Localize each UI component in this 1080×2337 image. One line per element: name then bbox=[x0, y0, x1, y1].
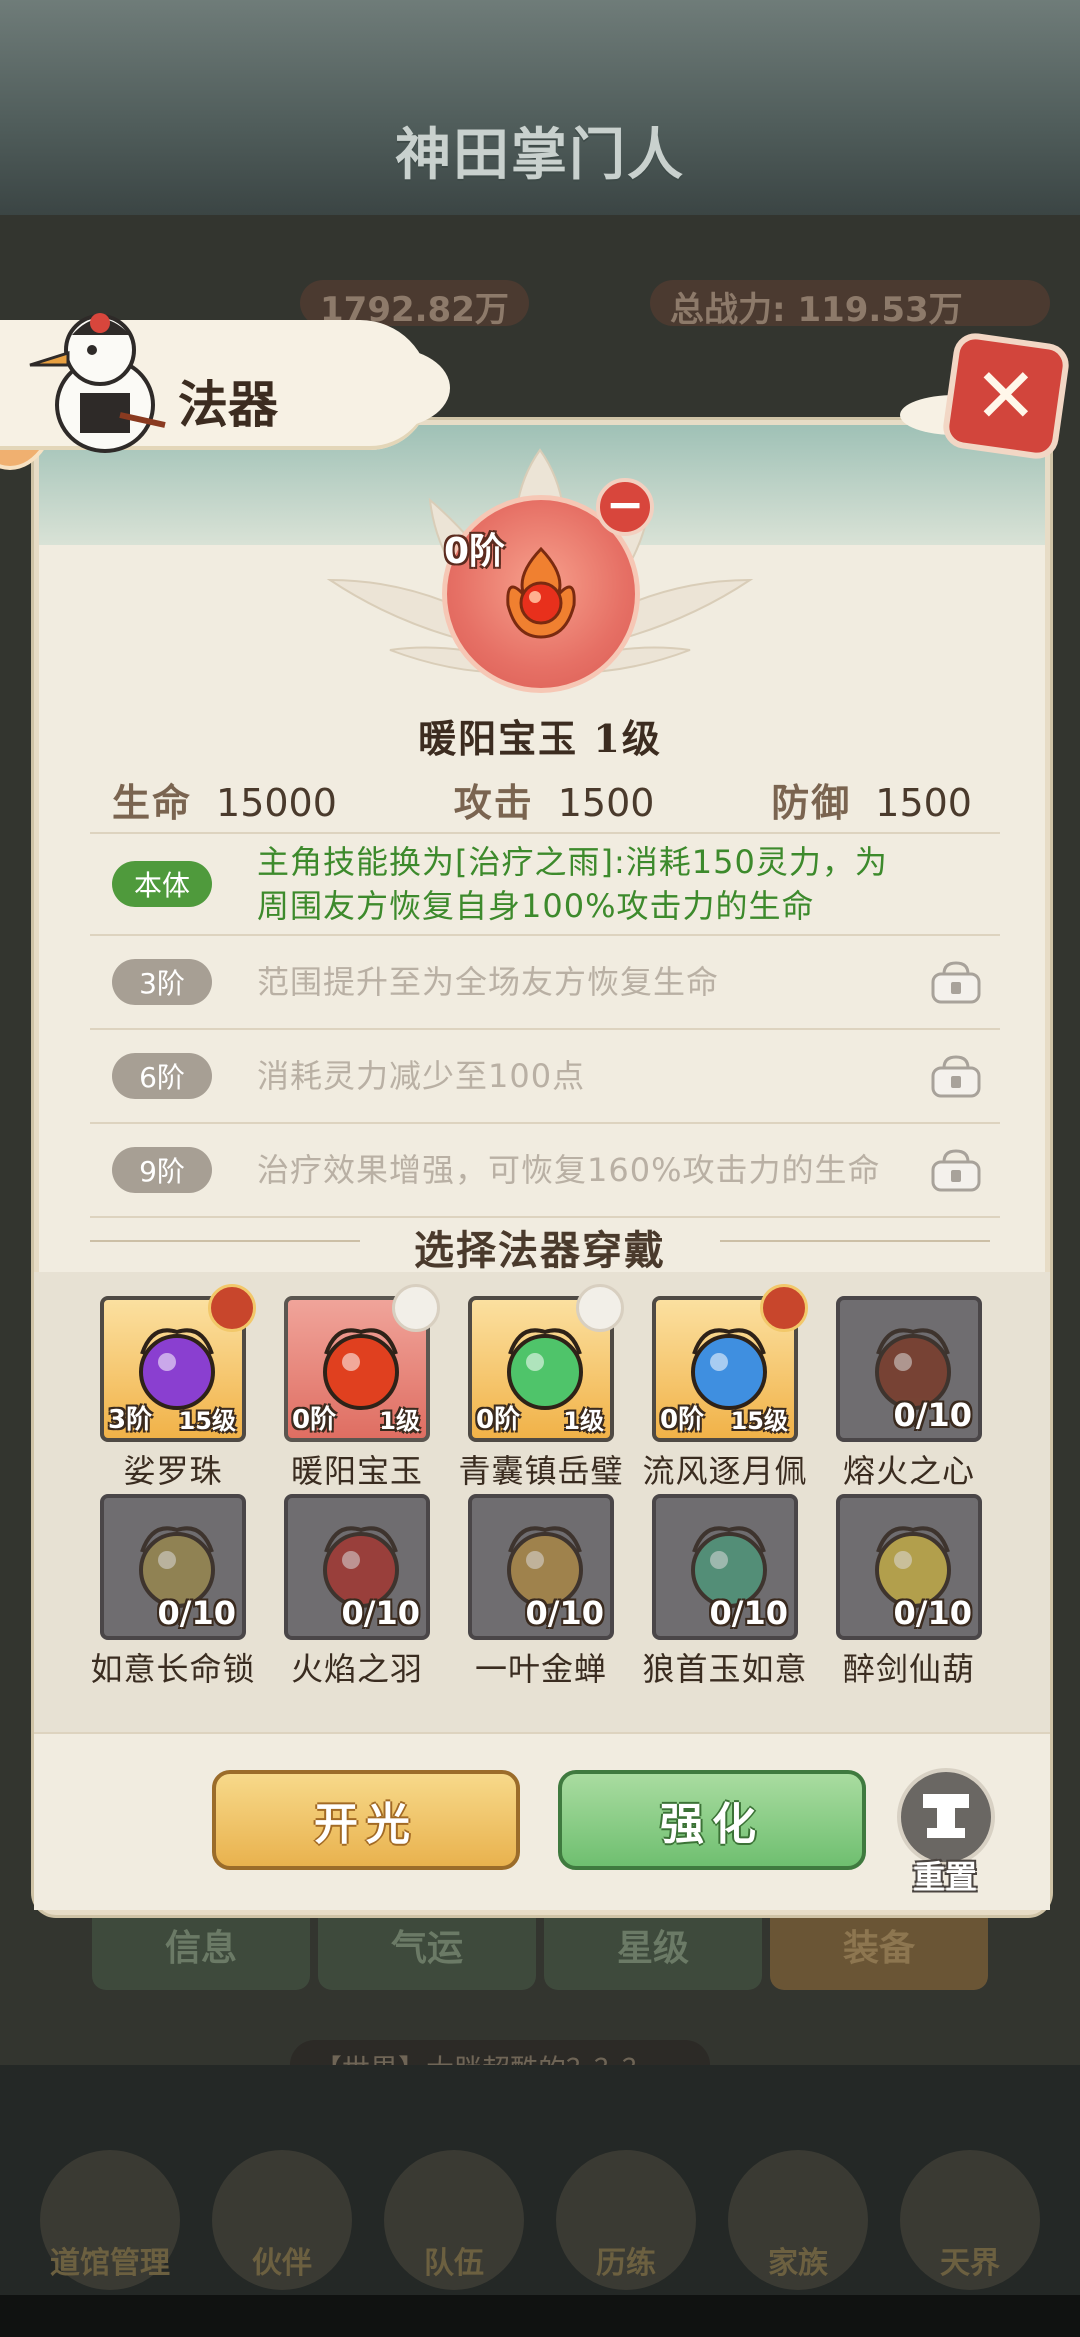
artifact-level: 15级 bbox=[730, 1407, 788, 1435]
artifact-name: 如意长命锁 bbox=[90, 1650, 256, 1688]
effect-tier-3: 3阶 范围提升至为全场友方恢复生命 bbox=[90, 936, 1000, 1030]
artifact-level: 1级 bbox=[379, 1407, 420, 1435]
upgrade-button[interactable]: 强化 bbox=[558, 1770, 866, 1870]
fragment-count: 0/10 bbox=[893, 1396, 972, 1434]
nav-dojo: 道馆管理 bbox=[40, 2150, 180, 2290]
artifact-name: 暖阳宝玉 bbox=[290, 1452, 423, 1490]
artifact-slot[interactable]: 0/10 火焰之羽 bbox=[284, 1494, 430, 1688]
fire-jade-icon bbox=[506, 546, 576, 639]
artifact-slot[interactable]: 0阶 1级暖阳宝玉 bbox=[284, 1284, 440, 1490]
effect-text: 范围提升至为全场友方恢复生命 bbox=[257, 963, 720, 1001]
consecrate-button[interactable]: 开光 bbox=[212, 1770, 520, 1870]
effect-badge: 6阶 bbox=[112, 1053, 212, 1099]
artifact-grid: 3阶 15级娑罗珠 0阶 1级暖阳宝玉 0阶 1级青囊镇岳璧 0阶 15级流风逐月佩 0/10 熔… bbox=[90, 1284, 1050, 1688]
artifact-name: 火焰之羽 bbox=[290, 1650, 423, 1688]
section-title: 选择法器穿戴 bbox=[414, 1228, 666, 1274]
stat-hp-label: 生命 bbox=[112, 781, 193, 825]
artifact-tile[interactable]: 0/10 bbox=[468, 1494, 614, 1640]
reset-label: 重置 bbox=[912, 1858, 977, 1896]
artifact-grid-area: 3阶 15级娑罗珠 0阶 1级暖阳宝玉 0阶 1级青囊镇岳璧 0阶 15级流风逐月佩 0/10 熔… bbox=[34, 1272, 1050, 1732]
lock-icon bbox=[931, 961, 981, 1004]
stat-attack: 攻击 1500 bbox=[454, 772, 655, 827]
artifact-tier: 3阶 bbox=[108, 1405, 153, 1435]
artifact-tile[interactable]: 0/10 bbox=[652, 1494, 798, 1640]
effect-text: 主角技能换为[治疗之雨]:消耗150灵力，为周围友方恢复自身100%攻击力的生命 bbox=[257, 843, 888, 925]
artifact-level: 15级 bbox=[178, 1407, 236, 1435]
crane-mascot-icon bbox=[29, 313, 166, 453]
artifact-slot[interactable]: 0/10 狼首玉如意 bbox=[642, 1494, 807, 1688]
effect-base: 本体 主角技能换为[治疗之雨]:消耗150灵力，为周围友方恢复自身100%攻击力… bbox=[90, 834, 1000, 936]
stat-hp: 生命 15000 bbox=[112, 772, 337, 827]
nav-partner: 伙伴 bbox=[212, 2150, 352, 2290]
stat-hp-value: 15000 bbox=[216, 781, 337, 825]
stat-defense: 防御 1500 bbox=[771, 772, 972, 827]
anvil-icon bbox=[923, 1794, 969, 1838]
effect-tier-9: 9阶 治疗效果增强，可恢复160%攻击力的生命 bbox=[90, 1124, 1000, 1218]
fragment-count: 0/10 bbox=[157, 1594, 236, 1632]
owner-avatar-icon bbox=[576, 1284, 624, 1332]
artifact-tier: 0阶 bbox=[476, 1405, 521, 1435]
stat-attack-label: 攻击 bbox=[453, 781, 534, 825]
selected-artifact-name: 暖阳宝玉 1级 bbox=[418, 716, 662, 761]
artifact-name: 流风逐月佩 bbox=[642, 1452, 808, 1490]
fragment-count: 0/10 bbox=[709, 1594, 788, 1632]
effect-text: 治疗效果增强，可恢复160%攻击力的生命 bbox=[257, 1151, 881, 1189]
artifact-tile[interactable]: 0/10 bbox=[284, 1494, 430, 1640]
artifact-slot[interactable]: 3阶 15级娑罗珠 bbox=[100, 1284, 256, 1490]
effect-badge: 本体 bbox=[112, 861, 212, 907]
effect-text: 消耗灵力减少至100点 bbox=[257, 1057, 586, 1095]
cloud-puff bbox=[330, 348, 450, 428]
artifact-name: 熔火之心 bbox=[842, 1452, 975, 1490]
artifact-tier: 0阶 bbox=[660, 1405, 705, 1435]
artifact-name: 娑罗珠 bbox=[123, 1452, 223, 1490]
nav-family: 家族 bbox=[728, 2150, 868, 2290]
artifact-stats: 生命 15000 攻击 1500 防御 1500 bbox=[112, 772, 972, 827]
artifact-slot[interactable]: 0/10 如意长命锁 bbox=[90, 1494, 255, 1688]
effect-tier-6: 6阶 消耗灵力减少至100点 bbox=[90, 1030, 1000, 1124]
artifact-tile[interactable]: 0/10 bbox=[836, 1494, 982, 1640]
total-power-label: 总战力: bbox=[670, 290, 786, 330]
fragment-count: 0/10 bbox=[893, 1594, 972, 1632]
fragment-count: 0/10 bbox=[525, 1594, 604, 1632]
lock-icon bbox=[931, 1149, 981, 1192]
background-stat-total: 总战力: 119.53万 bbox=[650, 280, 1050, 330]
owner-avatar-icon bbox=[392, 1284, 440, 1332]
artifact-name: 狼首玉如意 bbox=[642, 1650, 808, 1688]
total-power-value: 119.53万 bbox=[797, 290, 963, 330]
artifact-slot[interactable]: 0/10 熔火之心 bbox=[836, 1296, 982, 1490]
stat-defense-label: 防御 bbox=[771, 781, 852, 825]
artifact-level: 1级 bbox=[563, 1407, 604, 1435]
artifact-tile[interactable]: 0/10 bbox=[100, 1494, 246, 1640]
unequip-button[interactable]: − bbox=[596, 478, 654, 536]
effect-badge: 9阶 bbox=[112, 1147, 212, 1193]
stat-attack-value: 1500 bbox=[557, 781, 655, 825]
artifact-slot[interactable]: 0阶 1级青囊镇岳璧 bbox=[458, 1284, 624, 1490]
nav-heaven: 天界 bbox=[900, 2150, 1040, 2290]
close-button[interactable]: ✕ bbox=[940, 330, 1072, 462]
bottom-nav: 道馆管理 伙伴 队伍 历练 家族 天界 bbox=[40, 2150, 1040, 2290]
artifact-slot[interactable]: 0/10 一叶金蝉 bbox=[468, 1494, 614, 1688]
artifact-tier: 0阶 bbox=[292, 1405, 337, 1435]
lock-icon bbox=[931, 1055, 981, 1098]
owner-avatar-icon bbox=[760, 1284, 808, 1332]
stat-defense-value: 1500 bbox=[875, 781, 972, 825]
nav-adventure: 历练 bbox=[556, 2150, 696, 2290]
selected-tier: 0阶 bbox=[444, 531, 506, 572]
dialog-title: 法器 bbox=[178, 375, 278, 434]
effect-list: 本体 主角技能换为[治疗之雨]:消耗150灵力，为周围友方恢复自身100%攻击力… bbox=[90, 832, 1000, 1218]
fragment-count: 0/10 bbox=[341, 1594, 420, 1632]
artifact-tile[interactable]: 0/10 bbox=[836, 1296, 982, 1442]
artifact-name: 醉剑仙葫 bbox=[842, 1650, 975, 1688]
game-title: 神田掌门人 bbox=[395, 122, 685, 188]
owner-avatar-icon bbox=[208, 1284, 256, 1332]
artifact-name: 一叶金蝉 bbox=[474, 1650, 607, 1688]
nav-team: 队伍 bbox=[384, 2150, 524, 2290]
system-nav-bar bbox=[0, 2295, 1080, 2337]
artifact-name: 青囊镇岳璧 bbox=[458, 1452, 624, 1490]
artifact-slot[interactable]: 0/10 醉剑仙葫 bbox=[836, 1494, 982, 1688]
artifact-slot[interactable]: 0阶 15级流风逐月佩 bbox=[642, 1284, 808, 1490]
effect-badge: 3阶 bbox=[112, 959, 212, 1005]
close-icon: ✕ bbox=[974, 351, 1038, 440]
